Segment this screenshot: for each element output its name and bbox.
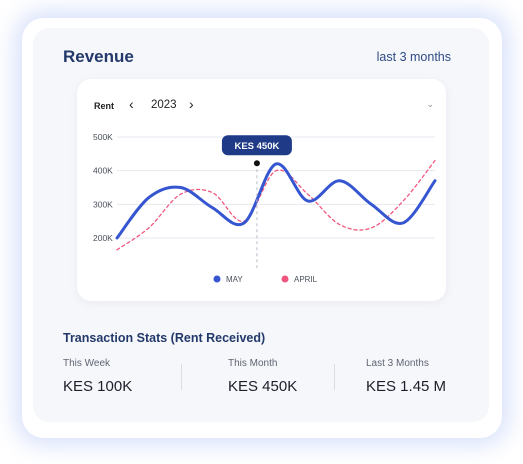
stat-value: KES 1.45 M [366, 378, 447, 395]
stats-title: Transaction Stats (Rent Received) [63, 331, 266, 345]
legend-label-april: APRIL [294, 275, 318, 284]
card-title: Revenue [63, 47, 134, 66]
y-tick-label: 200K [93, 233, 113, 243]
legend-swatch-april [281, 275, 289, 283]
legend-swatch-may [213, 275, 221, 283]
stat-this-month: This Month KES 450K [228, 358, 297, 395]
stat-label: Last 3 Months [366, 358, 429, 369]
series-line-april [116, 159, 436, 251]
stat-value: KES 100K [63, 378, 133, 395]
series-line-may [115, 162, 437, 240]
stat-label: This Month [228, 358, 278, 369]
y-tick-label: 400K [93, 166, 113, 176]
tooltip-point [253, 160, 260, 167]
stat-last-3-months: Last 3 Months KES 1.45 M [366, 358, 446, 395]
y-tick-label: 500K [93, 132, 113, 142]
chart-panel: Rent ‹ 2023 › ⌄ 500K 400K 300K 200K KES 450K… [77, 79, 446, 301]
revenue-card: Revenue last 3 months Rent ‹ 2023 › ⌄ 50… [33, 28, 489, 422]
stat-this-week: This Week KES 100K [63, 358, 132, 395]
legend-label-may: MAY [226, 275, 243, 284]
stat-label: This Week [63, 358, 111, 369]
y-tick-label: 300K [93, 199, 113, 209]
revenue-line-chart: 500K 400K 300K 200K KES 450K MAY APRIL [93, 132, 437, 284]
range-selector[interactable]: last 3 months [377, 50, 451, 64]
stat-divider [334, 364, 335, 390]
stat-value: KES 450K [228, 378, 298, 395]
tooltip-label: KES 450K [234, 141, 279, 152]
stat-divider [181, 364, 182, 390]
